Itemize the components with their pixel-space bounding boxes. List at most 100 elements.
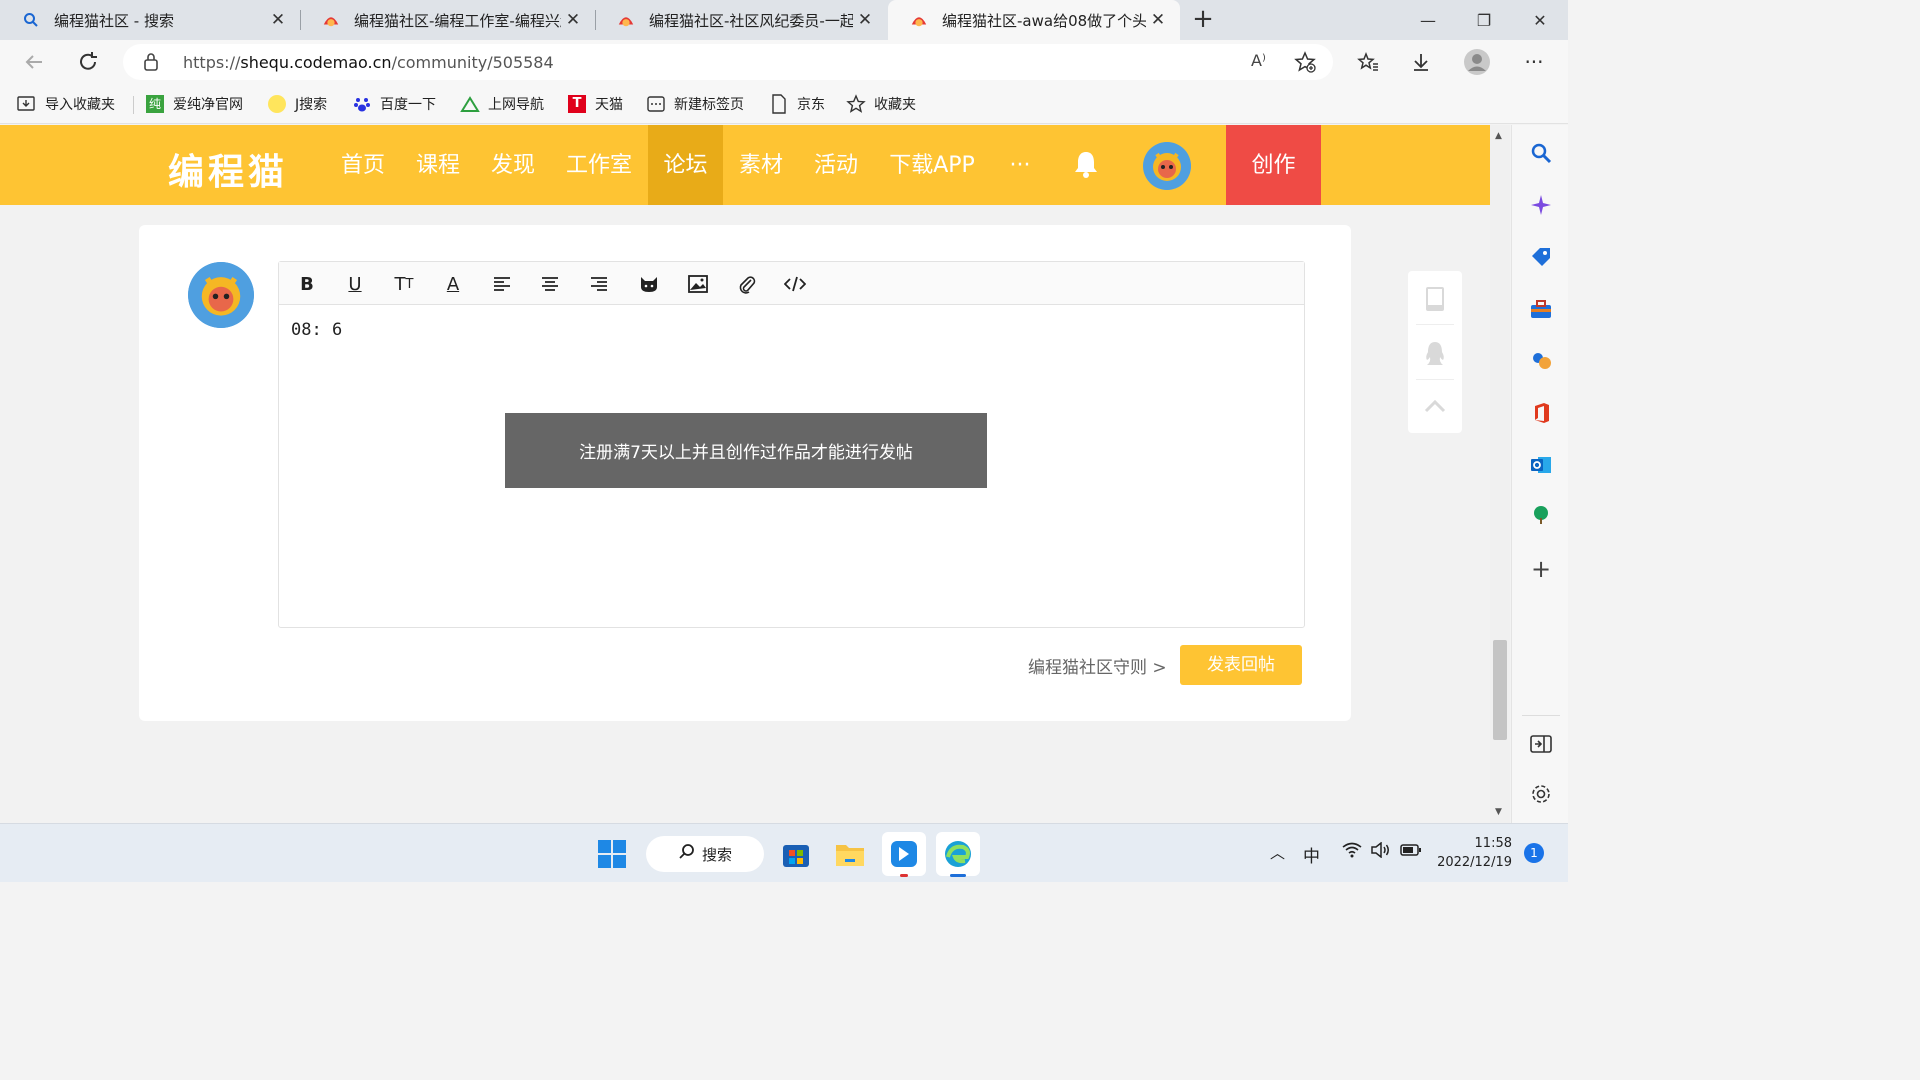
ime-indicator[interactable]: 中 [1303,842,1320,867]
align-right-icon[interactable] [586,271,612,297]
editor-toolbar: B U TT A [279,262,1304,305]
tab-active-post[interactable]: 编程猫社区-awa给08做了个头像 ✕ [888,0,1180,40]
floating-toolbar [1408,271,1462,433]
nav-download-app[interactable]: 下载APP [882,125,982,205]
tab-search[interactable]: 编程猫社区 - 搜索 ✕ [0,0,300,40]
close-tab-icon[interactable]: ✕ [561,10,585,30]
taskbar-search[interactable]: 搜索 [646,836,764,872]
favorites-icon[interactable] [1352,46,1384,78]
outlook-icon[interactable] [1528,452,1554,478]
attachment-icon[interactable] [734,271,760,297]
url-field[interactable]: https://shequ.codemao.cn/community/50558… [123,44,1333,80]
wifi-icon[interactable] [1342,842,1362,862]
page-icon [769,94,789,114]
clock[interactable]: 11:58 2022/12/19 [1436,834,1512,872]
bookmark-item[interactable]: 百度一下 [352,92,436,116]
restore-icon[interactable]: ❐ [1456,0,1512,40]
search-icon[interactable] [1528,140,1554,166]
nav-home[interactable]: 首页 [330,125,396,205]
profile-avatar[interactable] [1461,46,1493,78]
app-pinned-icon[interactable] [882,832,926,877]
submit-reply-button[interactable]: 发表回帖 [1180,645,1302,685]
edge-sidebar: + [1511,125,1568,823]
discover-icon[interactable] [1528,192,1554,218]
nav-courses[interactable]: 课程 [405,125,471,205]
notification-badge[interactable]: 1 [1524,843,1544,863]
scrollbar-thumb[interactable] [1493,640,1507,740]
align-center-icon[interactable] [537,271,563,297]
rich-text-editor[interactable]: B U TT A 08: 6 注册满7天以上并且创作过作品才能进行发帖 [278,261,1305,628]
volume-icon[interactable] [1371,841,1391,862]
nav-materials[interactable]: 素材 [728,125,794,205]
close-window-icon[interactable]: ✕ [1512,0,1568,40]
office-icon[interactable] [1528,400,1554,426]
hide-sidebar-icon[interactable] [1528,731,1554,757]
baidu-icon [352,94,372,114]
emoji-cat-icon[interactable] [636,271,662,297]
bookmark-item[interactable]: 收藏夹 [846,92,916,116]
avatar[interactable] [188,262,254,328]
bold-icon[interactable]: B [294,271,320,297]
site-header: 编程猫 首页 课程 发现 工作室 论坛 素材 活动 下载APP ··· 创作 [0,125,1490,205]
close-tab-icon[interactable]: ✕ [853,10,877,30]
games-icon[interactable] [1528,348,1554,374]
windows-start-icon[interactable] [590,832,634,876]
tmall-icon: T [567,94,587,114]
site-logo[interactable]: 编程猫 [168,143,288,195]
url-text: https://shequ.codemao.cn/community/50558… [183,52,554,72]
bookmark-item[interactable]: T 天猫 [567,92,623,116]
more-menu-icon[interactable]: ··· [1518,46,1550,78]
file-explorer-icon[interactable] [828,832,872,876]
tab-studio[interactable]: 编程猫社区-编程工作室-编程兴趣 ✕ [300,0,595,40]
user-avatar[interactable] [1143,142,1191,190]
nav-discover[interactable]: 发现 [480,125,546,205]
address-bar: https://shequ.codemao.cn/community/50558… [0,40,1568,84]
permission-toast: 注册满7天以上并且创作过作品才能进行发帖 [505,413,987,488]
tab-title: 编程猫社区-awa给08做了个头像 [942,11,1146,30]
tab-committee[interactable]: 编程猫社区-社区风纪委员-一起学 ✕ [595,0,887,40]
add-favorite-icon[interactable] [1293,50,1317,78]
refresh-button[interactable] [72,46,104,78]
chevron-up-icon[interactable]: ︿ [1270,842,1285,863]
add-sidebar-app-icon[interactable]: + [1528,555,1554,583]
image-icon[interactable] [685,271,711,297]
shopping-tag-icon[interactable] [1528,244,1554,270]
close-tab-icon[interactable]: ✕ [266,10,290,30]
minimize-icon[interactable]: — [1400,0,1456,40]
back-to-top-icon[interactable] [1420,391,1450,421]
read-aloud-icon[interactable]: A⁾ [1251,51,1266,70]
tools-icon[interactable] [1528,296,1554,322]
back-button[interactable] [18,46,50,78]
bookmark-item[interactable]: 纯 爱纯净官网 [145,92,243,116]
bell-icon[interactable] [1066,125,1106,205]
editor-content[interactable]: 08: 6 [291,320,342,340]
nav-forum[interactable]: 论坛 [648,125,723,205]
edge-browser-icon[interactable] [936,832,980,877]
close-tab-icon[interactable]: ✕ [1146,10,1170,30]
code-icon[interactable] [782,271,808,297]
align-left-icon[interactable] [489,271,515,297]
community-rules-link[interactable]: 编程猫社区守则 > [1028,653,1167,678]
bookmark-item[interactable]: 导入收藏夹 [17,92,115,116]
bookmark-item[interactable]: 新建标签页 [646,92,744,116]
qq-icon[interactable] [1420,339,1450,369]
nav-studio[interactable]: 工作室 [555,125,643,205]
battery-icon[interactable] [1400,842,1422,862]
nav-2345-icon [460,94,480,114]
nav-activities[interactable]: 活动 [803,125,869,205]
download-icon[interactable] [1405,46,1437,78]
underline-icon[interactable]: U [342,271,368,297]
font-color-icon[interactable]: A [440,271,466,297]
bookmark-item[interactable]: J搜索 [267,92,327,116]
text-size-icon[interactable]: TT [391,271,417,297]
tab-strip: 编程猫社区 - 搜索 ✕ 编程猫社区-编程工作室-编程兴趣 ✕ 编程猫社区-社区… [0,0,1568,40]
tree-icon[interactable] [1528,502,1554,528]
nav-more[interactable]: ··· [998,125,1042,205]
bookmark-item[interactable]: 上网导航 [460,92,544,116]
tablet-icon[interactable] [1420,284,1450,314]
store-icon[interactable] [774,832,818,876]
create-button[interactable]: 创作 [1226,125,1321,205]
bookmark-item[interactable]: 京东 [769,92,825,116]
new-tab-button[interactable]: + [1190,4,1216,36]
gear-icon[interactable] [1528,781,1554,807]
